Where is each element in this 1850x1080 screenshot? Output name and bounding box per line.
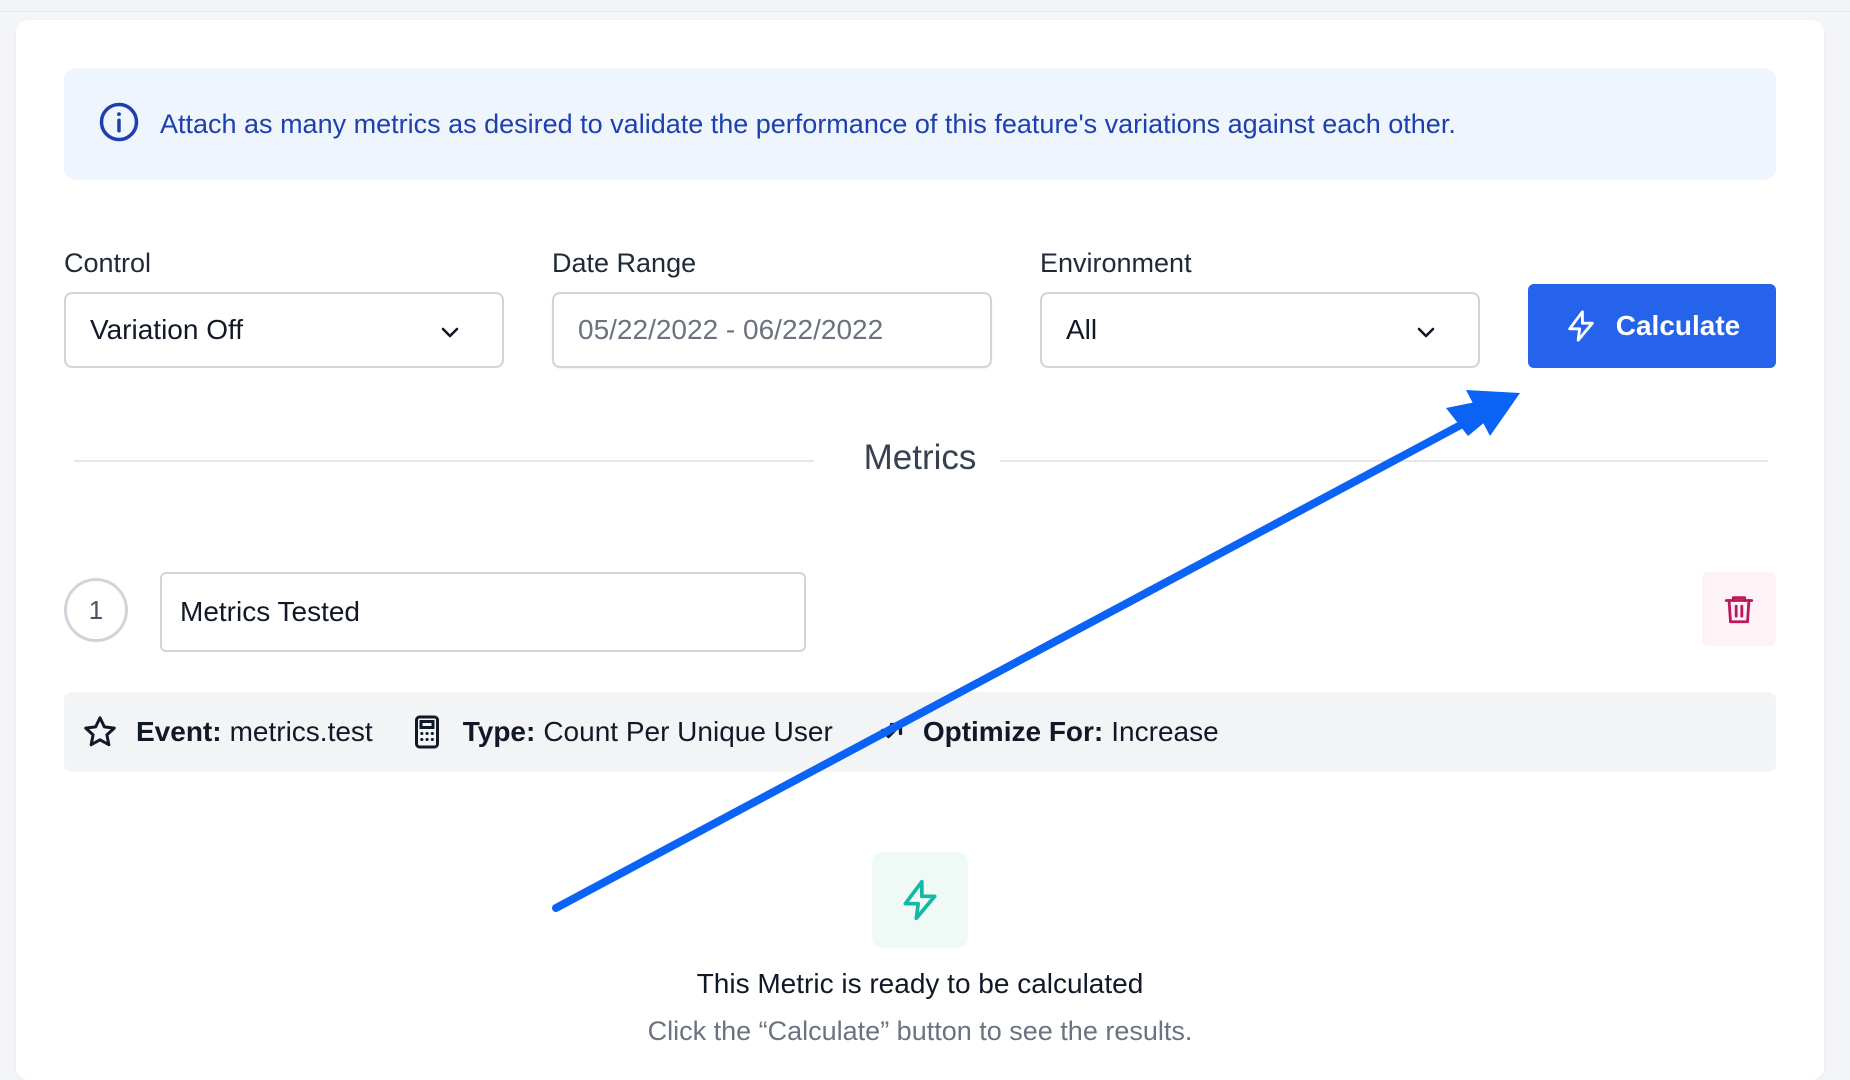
metric-index-badge: 1 <box>64 578 128 642</box>
calculator-icon <box>414 715 439 749</box>
star-icon <box>84 716 116 747</box>
empty-state-title: This Metric is ready to be calculated <box>696 968 1144 999</box>
date-range-label: Date Range <box>552 248 697 278</box>
event-key: Event: <box>136 716 222 747</box>
optimize-key: Optimize For: <box>922 716 1104 747</box>
optimize-value: Increase <box>1111 716 1219 747</box>
control-select[interactable]: Variation Off <box>64 292 504 368</box>
environment-select-value: All <box>1066 314 1098 345</box>
calculate-button[interactable]: Calculate <box>1528 284 1776 368</box>
metric-event: Event: metrics.test <box>82 714 373 750</box>
info-banner-text: Attach as many metrics as desired to val… <box>160 108 1456 139</box>
info-icon <box>98 101 140 148</box>
type-key: Type: <box>462 716 536 747</box>
delete-metric-button[interactable] <box>1702 572 1776 646</box>
chevron-down-icon <box>441 327 459 338</box>
divider-left <box>74 460 814 462</box>
environment-select[interactable]: All <box>1040 292 1480 368</box>
metric-name-input[interactable] <box>160 572 806 652</box>
metrics-heading: Metrics <box>863 438 977 477</box>
info-banner: Attach as many metrics as desired to val… <box>64 68 1776 180</box>
calculate-button-label: Calculate <box>1615 310 1741 341</box>
lightning-icon <box>1568 310 1594 342</box>
environment-label: Environment <box>1040 248 1192 278</box>
trash-icon <box>1724 596 1754 624</box>
date-range-input[interactable]: 05/22/2022 - 06/22/2022 <box>552 292 992 368</box>
lightning-icon <box>903 879 937 921</box>
control-label: Control <box>64 248 152 278</box>
divider-right <box>1000 460 1768 462</box>
metric-type: Type: Count Per Unique User <box>409 714 833 750</box>
date-range-value: 05/22/2022 - 06/22/2022 <box>578 314 884 345</box>
metric-details-bar: Event: metrics.test Type: Count Per Uniq… <box>64 692 1776 772</box>
event-value: metrics.test <box>229 716 373 747</box>
empty-state-icon-box <box>872 852 968 948</box>
type-value: Count Per Unique User <box>543 716 833 747</box>
trending-up-icon <box>870 722 902 743</box>
top-border <box>0 0 1850 12</box>
metric-optimize: Optimize For: Increase <box>869 714 1219 750</box>
empty-state-subtitle: Click the “Calculate” button to see the … <box>647 1016 1193 1046</box>
control-select-value: Variation Off <box>90 314 244 345</box>
chevron-down-icon <box>1417 327 1435 338</box>
